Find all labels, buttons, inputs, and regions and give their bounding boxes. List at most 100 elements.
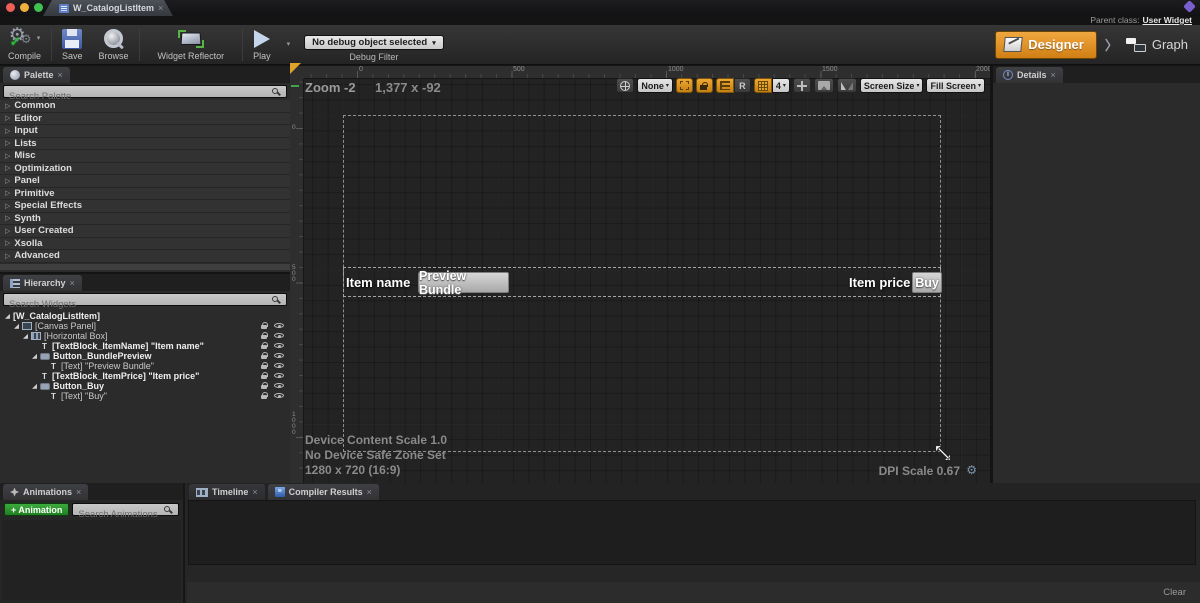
- screen-size-dropdown[interactable]: Screen Size ▾: [860, 78, 924, 93]
- widget-reflector-button[interactable]: Widget Reflector: [142, 25, 241, 64]
- expander-caret-icon[interactable]: ▷: [5, 202, 10, 210]
- palette-search-input[interactable]: [4, 91, 286, 102]
- browse-button[interactable]: Browse: [91, 25, 137, 64]
- tab-details[interactable]: i Details ×: [996, 67, 1063, 83]
- expander-caret-icon[interactable]: ▷: [5, 189, 10, 197]
- canvas-item-price-text[interactable]: Item price: [849, 275, 910, 290]
- palette-category-input[interactable]: ▷Input: [0, 125, 290, 138]
- hierarchy-row[interactable]: ◢[Canvas Panel]: [0, 321, 290, 331]
- palette-category-synth[interactable]: ▷Synth: [0, 213, 290, 226]
- lock-icon[interactable]: [261, 332, 268, 339]
- expander-caret-icon[interactable]: ▷: [5, 227, 10, 235]
- tab-close-icon[interactable]: ×: [58, 71, 63, 80]
- hierarchy-row[interactable]: T[Text] "Buy": [0, 391, 290, 401]
- expander-caret-icon[interactable]: ▷: [5, 164, 10, 172]
- expander-caret-icon[interactable]: ▷: [5, 239, 10, 247]
- debug-object-dropdown[interactable]: No debug object selected ▾: [304, 35, 444, 50]
- visibility-eye-icon[interactable]: [274, 372, 284, 379]
- show-outlines-toggle[interactable]: [676, 78, 693, 93]
- tab-animations[interactable]: Animations ×: [3, 484, 88, 500]
- compile-button[interactable]: ⚙⚙✓ ▾ Compile: [0, 25, 49, 64]
- palette-category-primitive[interactable]: ▷Primitive: [0, 188, 290, 201]
- hierarchy-row[interactable]: ◢Button_BundlePreview: [0, 351, 290, 361]
- lock-icon[interactable]: [261, 322, 268, 329]
- animations-search-input[interactable]: [73, 509, 178, 520]
- lock-icon[interactable]: [261, 382, 268, 389]
- respect-locks-r-button[interactable]: R: [734, 78, 751, 93]
- tab-compiler-results[interactable]: ≡ Compiler Results ×: [268, 484, 379, 500]
- canvas-preview-bundle-button[interactable]: Preview Bundle: [418, 272, 509, 293]
- clear-log-link[interactable]: Clear: [1163, 587, 1186, 598]
- palette-category-editor[interactable]: ▷Editor: [0, 113, 290, 126]
- lock-icon[interactable]: [261, 372, 268, 379]
- hierarchy-row[interactable]: ◢[W_CatalogListItem]: [0, 311, 290, 321]
- tab-hierarchy[interactable]: Hierarchy ×: [3, 275, 82, 291]
- resize-cursor-icon[interactable]: [934, 444, 952, 462]
- maximize-traffic-light[interactable]: [34, 3, 43, 12]
- palette-category-panel[interactable]: ▷Panel: [0, 175, 290, 188]
- expander-caret-icon[interactable]: ◢: [32, 382, 40, 390]
- canvas-item-name-text[interactable]: Item name: [346, 275, 410, 290]
- add-animation-button[interactable]: + Animation: [4, 503, 69, 516]
- hierarchy-row[interactable]: ◢[Horizontal Box]: [0, 331, 290, 341]
- palette-category-xsolla[interactable]: ▷Xsolla: [0, 238, 290, 251]
- minimize-traffic-light[interactable]: [20, 3, 29, 12]
- palette-category-special-effects[interactable]: ▷Special Effects: [0, 200, 290, 213]
- visibility-eye-icon[interactable]: [274, 382, 284, 389]
- graph-mode-button[interactable]: Graph: [1126, 37, 1188, 52]
- hierarchy-row[interactable]: ◢Button_Buy: [0, 381, 290, 391]
- tab-close-icon[interactable]: ×: [252, 488, 257, 497]
- save-button[interactable]: Save: [54, 25, 91, 64]
- asset-tab-close-icon[interactable]: ×: [158, 4, 163, 13]
- transform-mode-button[interactable]: [793, 78, 811, 93]
- expander-caret-icon[interactable]: ▷: [5, 214, 10, 222]
- play-button[interactable]: Play: [245, 25, 279, 64]
- visibility-eye-icon[interactable]: [274, 392, 284, 399]
- hierarchy-row[interactable]: T[TextBlock_ItemPrice] "Item price": [0, 371, 290, 381]
- asset-tab[interactable]: W_CatalogListItem ×: [43, 0, 173, 16]
- palette-category-advanced[interactable]: ▷Advanced: [0, 250, 290, 263]
- expander-caret-icon[interactable]: ▷: [5, 114, 10, 122]
- palette-category-optimization[interactable]: ▷Optimization: [0, 163, 290, 176]
- respect-locks-toggle[interactable]: [716, 78, 734, 93]
- palette-category-lists[interactable]: ▷Lists: [0, 138, 290, 151]
- expander-caret-icon[interactable]: ▷: [5, 139, 10, 147]
- visibility-eye-icon[interactable]: [274, 342, 284, 349]
- palette-scrollbar[interactable]: [0, 264, 290, 270]
- tab-palette[interactable]: Palette ×: [3, 67, 70, 83]
- flip-preview-button[interactable]: [837, 78, 857, 93]
- close-traffic-light[interactable]: [6, 3, 15, 12]
- tab-close-icon[interactable]: ×: [76, 488, 81, 497]
- palette-category-misc[interactable]: ▷Misc: [0, 150, 290, 163]
- visibility-eye-icon[interactable]: [274, 322, 284, 329]
- animations-list-area[interactable]: [2, 520, 181, 600]
- tab-timeline[interactable]: Timeline ×: [189, 484, 265, 500]
- canvas-buy-button[interactable]: Buy: [912, 272, 942, 293]
- visibility-eye-icon[interactable]: [274, 352, 284, 359]
- hierarchy-row[interactable]: T[Text] "Preview Bundle": [0, 361, 290, 371]
- preview-background-button[interactable]: [814, 78, 834, 93]
- dpi-settings-gear-icon[interactable]: ⚙: [966, 463, 977, 477]
- lock-icon[interactable]: [261, 362, 268, 369]
- hierarchy-row[interactable]: T[TextBlock_ItemName] "Item name": [0, 341, 290, 351]
- designer-mode-button[interactable]: Designer: [995, 31, 1097, 59]
- parent-class-link[interactable]: User Widget: [1142, 15, 1192, 25]
- expander-caret-icon[interactable]: ▷: [5, 127, 10, 135]
- visibility-eye-icon[interactable]: [274, 332, 284, 339]
- grid-snap-toggle[interactable]: [754, 78, 772, 93]
- hierarchy-search-input[interactable]: [4, 299, 286, 310]
- lock-icon[interactable]: [261, 352, 268, 359]
- expander-caret-icon[interactable]: ▷: [5, 102, 10, 110]
- lock-widgets-toggle[interactable]: [696, 78, 713, 93]
- localization-culture-dropdown[interactable]: None ▾: [637, 78, 673, 93]
- expander-caret-icon[interactable]: ◢: [32, 352, 40, 360]
- tab-close-icon[interactable]: ×: [367, 488, 372, 497]
- tab-close-icon[interactable]: ×: [1051, 71, 1056, 80]
- expander-caret-icon[interactable]: ▷: [5, 177, 10, 185]
- lock-icon[interactable]: [261, 392, 268, 399]
- expander-caret-icon[interactable]: ◢: [5, 312, 13, 320]
- fill-screen-dropdown[interactable]: Fill Screen ▾: [926, 78, 985, 93]
- grid-snap-size-dropdown[interactable]: 4 ▾: [772, 78, 790, 93]
- expander-caret-icon[interactable]: ◢: [23, 332, 31, 340]
- tab-close-icon[interactable]: ×: [70, 279, 75, 288]
